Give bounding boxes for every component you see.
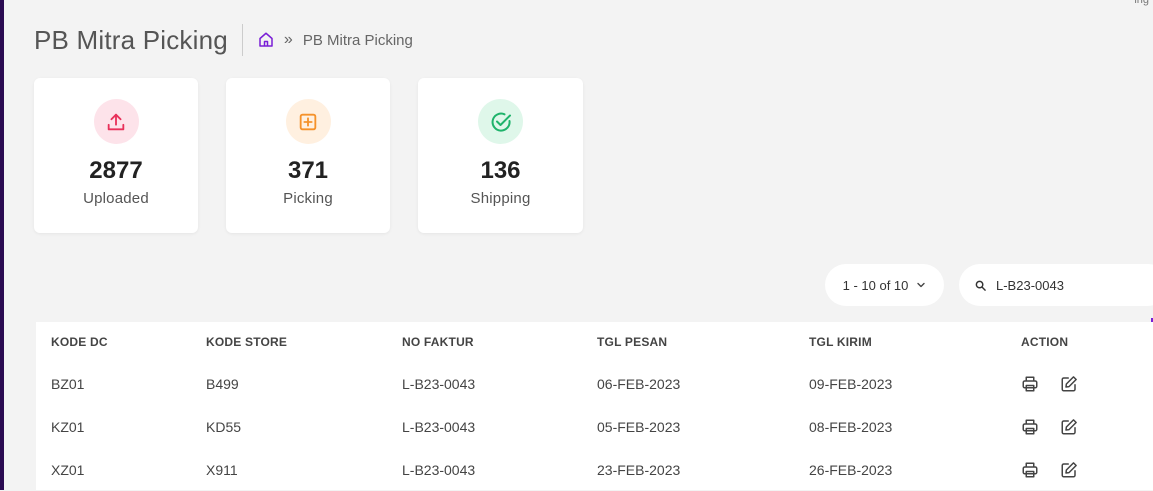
cell-no-faktur: L-B23-0043 bbox=[402, 375, 476, 392]
table-row: KZ01 KD55 L-B23-0043 05-FEB-2023 08-FEB-… bbox=[36, 405, 1153, 448]
breadcrumb-separator: » bbox=[283, 31, 293, 48]
cell-tgl-pesan: 23-FEB-2023 bbox=[597, 461, 681, 478]
edit-icon[interactable] bbox=[1060, 461, 1078, 479]
pagination-label: 1 - 10 of 10 bbox=[842, 277, 909, 293]
stat-label: Uploaded bbox=[83, 190, 149, 207]
chevron-down-icon bbox=[916, 280, 926, 290]
cell-action bbox=[1006, 362, 1153, 405]
cell-tgl-kirim: 26-FEB-2023 bbox=[809, 461, 893, 478]
table-row: XZ01 X911 L-B23-0043 23-FEB-2023 26-FEB-… bbox=[36, 448, 1153, 491]
column-header: TGL PESAN bbox=[597, 335, 668, 349]
header-divider bbox=[241, 24, 243, 56]
top-corner-text: ing bbox=[1134, 0, 1149, 6]
column-header: NO FAKTUR bbox=[402, 335, 474, 349]
cell-action bbox=[1006, 405, 1153, 448]
search-box[interactable] bbox=[959, 264, 1153, 306]
print-icon[interactable] bbox=[1021, 418, 1039, 436]
cell-tgl-kirim: 09-FEB-2023 bbox=[809, 375, 893, 392]
cell-no-faktur: L-B23-0043 bbox=[402, 461, 476, 478]
home-icon[interactable] bbox=[257, 31, 275, 49]
stat-value: 371 bbox=[287, 157, 329, 184]
search-input[interactable] bbox=[994, 276, 1148, 294]
data-table: KODE DC KODE STORE NO FAKTUR TGL PESAN T… bbox=[36, 322, 1153, 490]
column-header: KODE STORE bbox=[206, 335, 288, 349]
cell-tgl-kirim: 08-FEB-2023 bbox=[809, 418, 893, 435]
cell-tgl-pesan: 05-FEB-2023 bbox=[597, 418, 681, 435]
cell-kode-dc: KZ01 bbox=[51, 418, 85, 435]
cell-action bbox=[1006, 448, 1153, 491]
cell-kode-store: KD55 bbox=[206, 418, 242, 435]
stat-label: Shipping bbox=[470, 190, 531, 207]
edit-icon[interactable] bbox=[1060, 418, 1078, 436]
stat-value: 136 bbox=[480, 157, 521, 184]
print-icon[interactable] bbox=[1021, 375, 1039, 393]
upload-icon bbox=[93, 99, 139, 144]
table-header-row: KODE DC KODE STORE NO FAKTUR TGL PESAN T… bbox=[36, 322, 1153, 362]
stat-value: 2877 bbox=[89, 157, 143, 184]
stat-card-uploaded: 2877 Uploaded bbox=[34, 78, 198, 233]
stat-card-shipping: 136 Shipping bbox=[418, 78, 583, 233]
cell-kode-store: X911 bbox=[206, 461, 238, 478]
pagination-dropdown[interactable]: 1 - 10 of 10 bbox=[825, 264, 944, 306]
edit-icon[interactable] bbox=[1060, 375, 1078, 393]
page-title: PB Mitra Picking bbox=[34, 24, 228, 55]
stats-cards: 2877 Uploaded 371 Picking 136 Shipping bbox=[34, 78, 583, 233]
search-icon bbox=[975, 280, 986, 291]
column-header: ACTION bbox=[1021, 335, 1069, 349]
column-header: TGL KIRIM bbox=[809, 335, 872, 349]
cell-kode-dc: XZ01 bbox=[51, 461, 85, 478]
breadcrumb-current: PB Mitra Picking bbox=[302, 31, 413, 49]
check-circle-icon bbox=[478, 99, 523, 144]
table-row: BZ01 B499 L-B23-0043 06-FEB-2023 09-FEB-… bbox=[36, 362, 1153, 405]
cell-tgl-pesan: 06-FEB-2023 bbox=[597, 375, 681, 392]
cell-no-faktur: L-B23-0043 bbox=[402, 418, 476, 435]
cell-kode-store: B499 bbox=[206, 375, 239, 392]
sidebar-edge bbox=[0, 0, 4, 490]
page-header: PB Mitra Picking » PB Mitra Picking bbox=[34, 22, 413, 58]
stat-label: Picking bbox=[283, 190, 333, 207]
print-icon[interactable] bbox=[1021, 461, 1039, 479]
column-header: KODE DC bbox=[51, 335, 108, 349]
plus-square-icon bbox=[285, 99, 331, 144]
stat-card-picking: 371 Picking bbox=[226, 78, 390, 233]
cell-kode-dc: BZ01 bbox=[51, 375, 85, 392]
